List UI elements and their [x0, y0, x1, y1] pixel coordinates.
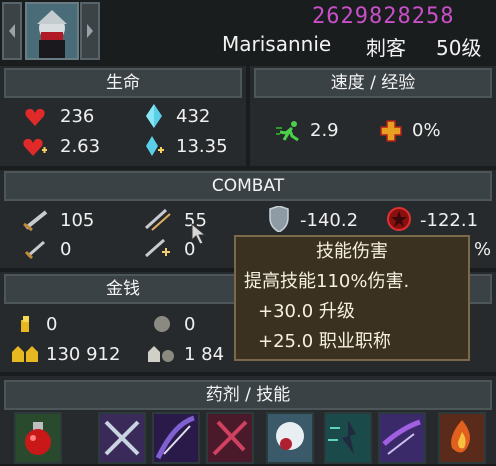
potions-skills-header: 药剂 / 技能: [4, 380, 492, 410]
running-man-icon: [276, 121, 299, 142]
resist-pct-partial: %: [474, 239, 492, 260]
mana-value: 432: [176, 106, 211, 127]
magic-resist-icon: [387, 207, 411, 231]
heart-regen-icon: [23, 138, 47, 156]
plus-cross-icon: [380, 120, 402, 142]
mana-regen-icon: [146, 136, 164, 156]
potion-slot[interactable]: [14, 412, 62, 464]
sword-icon: [23, 210, 48, 232]
tooltip-description: 提高技能110%伤害.: [244, 271, 410, 292]
red-potion-icon: [25, 422, 51, 455]
tooltip-line-level: +30.0 升级: [258, 301, 355, 322]
chevron-right-icon: [87, 24, 93, 38]
armor-value: -140.2: [300, 210, 359, 231]
tooltip-line-class: +25.0 职业职称: [258, 331, 391, 352]
character-class: 刺客: [366, 36, 406, 60]
character-portrait: [25, 2, 79, 60]
flame-strike-skill-icon: [451, 420, 470, 453]
magic-resist-value: -122.1: [420, 210, 479, 231]
stone-value: 0: [184, 314, 196, 335]
character-level: 50级: [436, 36, 482, 60]
mana-regen-value: 13.35: [176, 136, 228, 157]
skill-slot-4[interactable]: [266, 412, 314, 464]
skill-slot-5[interactable]: [324, 412, 372, 464]
xp-bonus-value: 0%: [412, 120, 441, 141]
stone-total-value: 1 84: [184, 344, 225, 365]
skill-slot-6[interactable]: [378, 412, 426, 464]
skill-slot-2[interactable]: [152, 412, 200, 464]
character-name: Marisannie: [222, 32, 332, 56]
purple-dash-skill-icon: [382, 419, 421, 455]
skill-slot-7[interactable]: [438, 412, 486, 464]
white-spirit-skill-icon: [276, 422, 304, 450]
attack2-value: 0: [60, 239, 72, 260]
assassin-portrait-icon: [27, 4, 77, 58]
gold-value: 0: [46, 314, 58, 335]
gold-total-value: 130 912: [46, 344, 121, 365]
mana-crystal-icon: [146, 104, 162, 128]
hp-regen-value: 2.63: [60, 136, 101, 157]
combat-header: COMBAT: [4, 171, 492, 201]
skill-blade-icon: [144, 208, 171, 231]
next-character-button[interactable]: [80, 2, 100, 60]
character-id: 2629828258: [312, 4, 455, 29]
dark-slash-skill-icon: [155, 415, 195, 460]
gold-coin-icon: [21, 316, 29, 332]
stone-icon: [154, 316, 170, 332]
gold-header: 金钱: [4, 274, 242, 304]
heart-icon: [25, 108, 45, 126]
skill-slot-3[interactable]: [206, 412, 254, 464]
tooltip-title: 技能伤害: [316, 241, 388, 262]
shadow-dash-skill-icon: [328, 420, 356, 454]
chevron-left-icon: [9, 24, 15, 38]
cursor-icon: [191, 222, 207, 245]
skill-blade-plus-icon: [145, 238, 170, 258]
attack-value: 105: [60, 210, 95, 231]
crossed-blades-skill-icon: [104, 420, 140, 456]
dagger-icon: [24, 240, 45, 260]
speed-xp-header: 速度 / 经验: [254, 68, 492, 98]
hp-value: 236: [60, 106, 95, 127]
skill-slot-1[interactable]: [98, 412, 146, 464]
life-header: 生命: [4, 68, 242, 98]
move-speed-value: 2.9: [310, 120, 339, 141]
stone-stack-icon: [148, 346, 174, 362]
gold-stack-icon: [12, 346, 38, 362]
prev-character-button[interactable]: [2, 2, 22, 60]
blood-blades-skill-icon: [212, 420, 248, 456]
skill-damage-tooltip: 技能伤害 提高技能110%伤害. +30.0 升级 +25.0 职业职称: [234, 235, 470, 361]
shield-icon: [269, 206, 289, 232]
